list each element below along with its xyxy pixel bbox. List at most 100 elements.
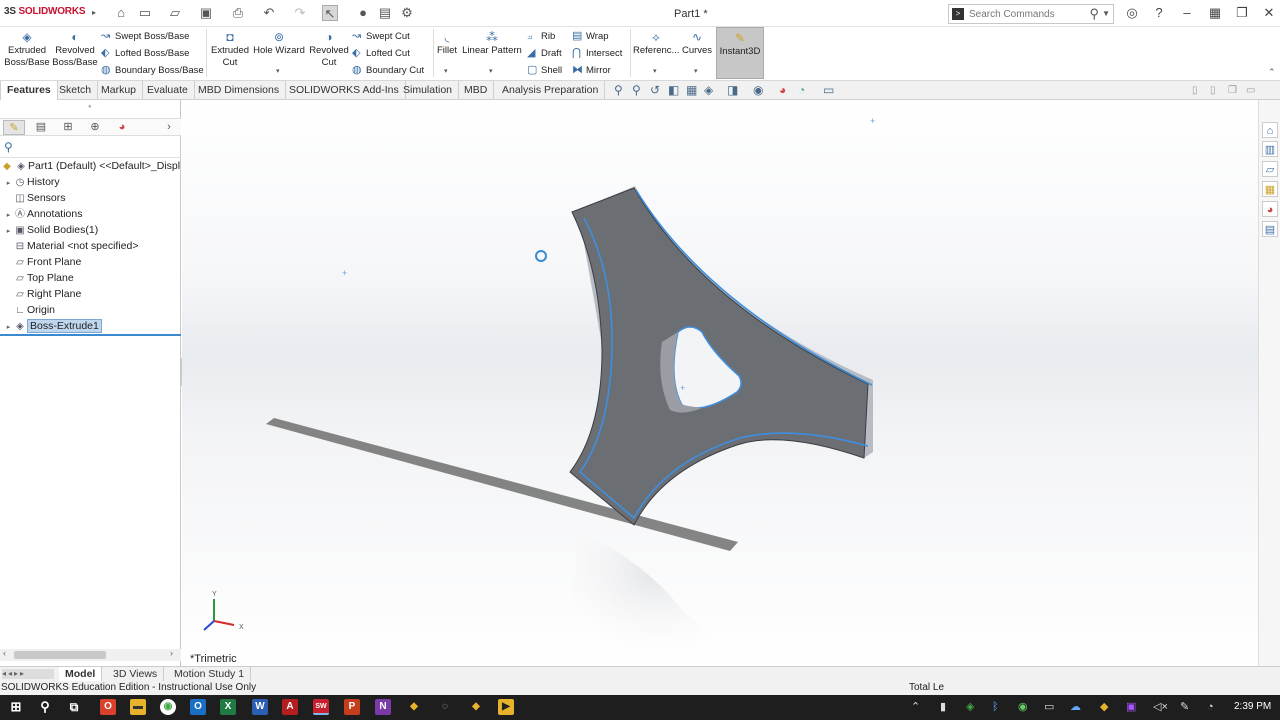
view-palette-icon[interactable]: ▦ — [1262, 181, 1278, 197]
menu-expand-icon[interactable]: ▸ — [86, 5, 102, 21]
previous-view-icon[interactable]: ↺ — [650, 84, 660, 97]
tree-item-solid-bodies[interactable]: ▸ ▣ Solid Bodies(1) — [4, 222, 98, 238]
tree-item-boss-extrude1[interactable]: ▸ ◈ Boss-Extrude1 — [4, 318, 102, 334]
onenote-icon[interactable]: N — [375, 699, 391, 715]
minimize-icon[interactable]: – — [1178, 5, 1196, 21]
extruded-boss-button[interactable]: ◈ Extruded Boss/Base — [4, 31, 50, 69]
dimxpert-manager-tab-icon[interactable]: ⊕ — [84, 120, 106, 135]
property-manager-tab-icon[interactable]: ▤ — [30, 120, 52, 135]
fillet-dropdown-icon[interactable]: ▾ — [444, 67, 448, 75]
tree-item-annotations[interactable]: ▸ Ⓐ Annotations — [4, 206, 83, 222]
rebuild-icon[interactable]: ● — [355, 5, 371, 21]
swept-cut-button[interactable]: ↝ Swept Cut — [352, 29, 410, 43]
home-icon[interactable]: ⌂ — [113, 5, 129, 21]
view-settings-icon[interactable]: ▭ — [823, 84, 834, 97]
chrome-icon[interactable]: ◉ — [160, 699, 176, 715]
rib-button[interactable]: ⟓ Rib — [527, 29, 555, 43]
tree-item-sensors[interactable]: ◫ Sensors — [4, 190, 65, 206]
swept-boss-button[interactable]: ↝ Swept Boss/Base — [101, 29, 189, 43]
tab-analysis-preparation[interactable]: Analysis Preparation — [496, 81, 606, 100]
viewport-minimize-icon[interactable]: ▯ — [1210, 84, 1216, 97]
undo-icon[interactable]: ↶ — [261, 5, 277, 21]
open-folder-icon[interactable]: ▱ — [167, 5, 183, 21]
bluetooth-icon[interactable]: ᛒ — [992, 701, 999, 713]
tree-scrollbar[interactable]: ‹ › — [0, 648, 181, 661]
office-app-icon[interactable]: O — [100, 699, 116, 715]
file-properties-icon[interactable]: ▤ — [377, 5, 393, 21]
wrap-button[interactable]: ▤ Wrap — [572, 29, 609, 43]
task-view-icon[interactable]: ⧉ — [66, 699, 82, 715]
part-body[interactable] — [569, 186, 873, 526]
instant3d-button[interactable]: ✎ Instant3D — [716, 27, 764, 79]
search-dropdown-icon[interactable]: ▼ — [1102, 9, 1110, 18]
tab-sketch[interactable]: Sketch — [53, 81, 99, 100]
shell-button[interactable]: ▢ Shell — [527, 63, 562, 77]
configuration-manager-tab-icon[interactable]: ⊞ — [57, 120, 79, 135]
rollback-bar[interactable] — [0, 334, 181, 336]
tab-scroll-arrows[interactable]: ◂◂▸▸ — [2, 669, 54, 679]
select-cursor-icon[interactable]: ↖ — [322, 5, 338, 21]
app-icon-1[interactable]: ◆ — [406, 699, 422, 715]
reference-geometry-button[interactable]: ⟡ Referenc... — [633, 31, 679, 57]
tree-item-material[interactable]: ⊟ Material <not specified> — [4, 238, 139, 254]
tab-motion-study-1[interactable]: Motion Study 1 — [168, 667, 252, 682]
outlook-icon[interactable]: O — [190, 699, 206, 715]
tree-item-history[interactable]: ▸ ◷ History — [4, 174, 60, 190]
scroll-thumb[interactable] — [14, 651, 106, 659]
reference-dropdown-icon[interactable]: ▾ — [653, 67, 657, 75]
app-icon-2[interactable]: ◌ — [437, 699, 453, 715]
lofted-cut-button[interactable]: ⬖ Lofted Cut — [352, 46, 410, 60]
acrobat-icon[interactable]: A — [282, 699, 298, 715]
extruded-cut-button[interactable]: ◘ Extruded Cut — [208, 31, 252, 69]
tab-model[interactable]: Model — [59, 667, 103, 682]
display-style-icon[interactable]: ◨ — [727, 84, 738, 97]
tree-item-top-plane[interactable]: ▱ Top Plane — [4, 270, 74, 286]
close-icon[interactable]: ✕ — [1260, 5, 1278, 21]
hole-wizard-dropdown-icon[interactable]: ▾ — [276, 67, 280, 75]
tray-app-icon[interactable]: ◉ — [1018, 701, 1028, 713]
boundary-boss-button[interactable]: ◍ Boundary Boss/Base — [101, 63, 204, 77]
tab-evaluate[interactable]: Evaluate — [141, 81, 195, 100]
scroll-right-icon[interactable]: › — [170, 648, 173, 658]
ribbon-collapse-icon[interactable]: ⌃ — [1268, 67, 1276, 78]
tab-markup[interactable]: Markup — [95, 81, 144, 100]
curves-dropdown-icon[interactable]: ▾ — [694, 67, 698, 75]
new-document-icon[interactable]: ▭ — [137, 5, 153, 21]
tree-item-front-plane[interactable]: ▱ Front Plane — [4, 254, 81, 270]
draft-button[interactable]: ◢ Draft — [527, 46, 562, 60]
fillet-button[interactable]: ◟ Fillet — [436, 31, 458, 57]
feature-manager-tab-icon[interactable]: ✎ — [3, 120, 25, 135]
search-input[interactable]: Search Commands — [969, 9, 1055, 20]
panel-more-arrow-icon[interactable]: › — [162, 120, 176, 135]
display-manager-tab-icon[interactable]: ◕ — [111, 120, 133, 135]
tree-item-right-plane[interactable]: ▱ Right Plane — [4, 286, 81, 302]
tab-mbd[interactable]: MBD — [458, 81, 495, 100]
design-library-icon[interactable]: ▥ — [1262, 141, 1278, 157]
word-icon[interactable]: W — [252, 699, 268, 715]
search-icon[interactable]: ⚲ — [1089, 6, 1099, 22]
taskbar-search-icon[interactable]: ⚲ — [37, 699, 53, 715]
tile-icon[interactable]: ▦ — [1206, 5, 1224, 21]
linear-pattern-dropdown-icon[interactable]: ▾ — [489, 67, 493, 75]
tab-simulation[interactable]: Simulation — [397, 81, 460, 100]
redo-icon[interactable]: ↷ — [292, 5, 308, 21]
mirror-button[interactable]: ⧓ Mirror — [572, 63, 611, 77]
tray-app-icon-2[interactable]: ◆ — [1100, 701, 1108, 713]
windows-start-icon[interactable]: ⊞ — [8, 699, 24, 715]
search-commands-box[interactable]: > Search Commands ⚲ ▼ — [948, 4, 1114, 24]
onedrive-icon[interactable]: ☁ — [1070, 701, 1081, 713]
tree-root-part[interactable]: ◆ ◈ Part1 (Default) <<Default>_Displ — [0, 158, 180, 174]
media-player-icon[interactable]: ▶ — [498, 699, 514, 715]
user-account-icon[interactable]: ◎ — [1123, 5, 1141, 21]
display-icon[interactable]: ▭ — [1044, 701, 1054, 713]
restore-icon[interactable]: ❐ — [1233, 5, 1251, 21]
solidworks-taskbar-icon[interactable]: SW — [313, 699, 329, 715]
zoom-area-icon[interactable]: ⚲ — [632, 84, 641, 97]
tab-3d-views[interactable]: 3D Views — [107, 667, 165, 682]
tab-solidworks-add-ins[interactable]: SOLIDWORKS Add-Ins — [283, 81, 406, 100]
boundary-cut-button[interactable]: ◍ Boundary Cut — [352, 63, 424, 77]
revolved-boss-button[interactable]: ◐ Revolved Boss/Base — [52, 31, 98, 69]
options-gear-icon[interactable]: ⚙ — [399, 5, 415, 21]
intersect-button[interactable]: ⋂ Intersect — [572, 46, 622, 60]
hole-wizard-button[interactable]: ⊚ Hole Wizard — [253, 31, 305, 57]
